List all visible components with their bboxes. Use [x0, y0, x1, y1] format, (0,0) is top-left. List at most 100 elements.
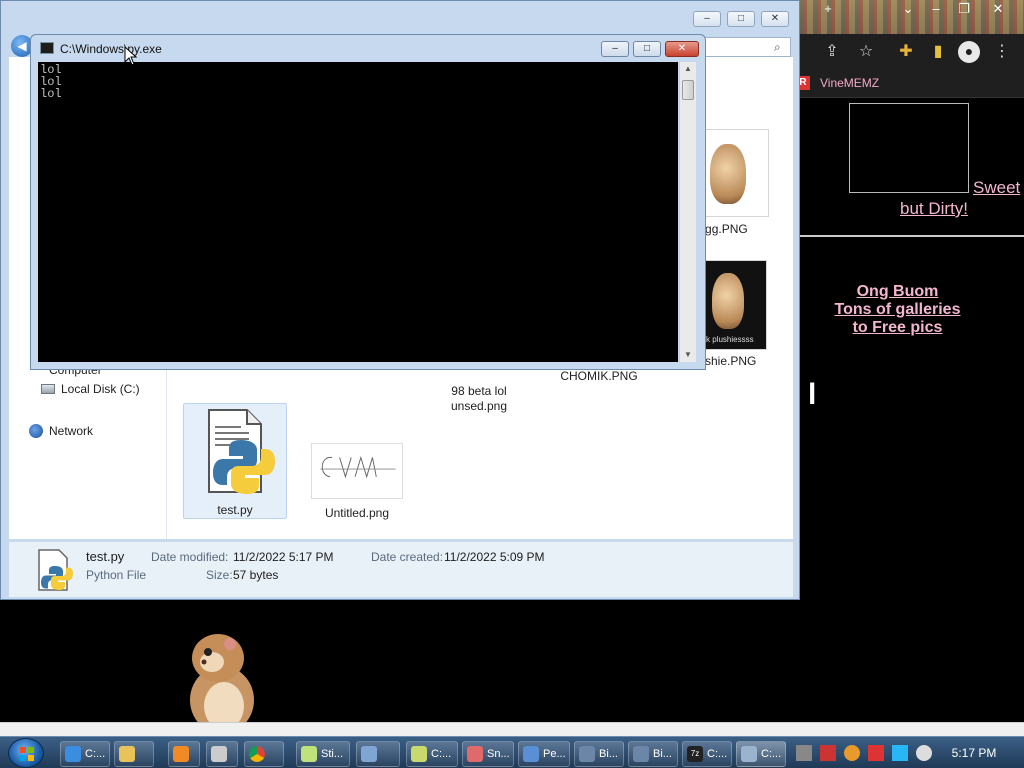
folder-icon — [119, 746, 135, 762]
chrome-icon — [249, 746, 265, 762]
new-tab-button[interactable]: + — [816, 0, 840, 18]
profile-avatar[interactable]: ● — [958, 41, 980, 63]
taskbar-item-window[interactable] — [356, 741, 400, 767]
python-file-icon — [208, 409, 275, 494]
untitled-thumbnail — [311, 443, 403, 499]
explorer-close-button[interactable]: ✕ — [761, 11, 789, 27]
scroll-down-icon[interactable]: ▼ — [680, 348, 696, 362]
explorer-minimize-button[interactable]: – — [693, 11, 721, 27]
divider — [800, 235, 1024, 237]
taskbar-item-7zip[interactable]: 7z C:... — [682, 741, 732, 767]
ong-buom-link[interactable]: Ong Buom Tons of galleries to Free pics — [820, 283, 975, 337]
ong-line-3: to Free pics — [852, 319, 943, 336]
sticky-notes-icon — [301, 746, 317, 762]
ong-line-1: Ong Buom — [856, 283, 939, 300]
explorer-maximize-button[interactable]: □ — [727, 11, 755, 27]
browser-minimize-button[interactable]: – — [924, 0, 948, 18]
console-scrollbar[interactable]: ▲ ▼ — [679, 62, 696, 362]
taskbar-item-ie[interactable]: C:... — [60, 741, 110, 767]
size-label: Size: — [206, 568, 233, 582]
file-name: test.py — [217, 503, 253, 517]
console-output[interactable]: lol lol lol — [38, 62, 678, 362]
console-close-button[interactable]: ✕ — [665, 41, 699, 57]
taskbar-item-bi-2[interactable]: Bi... — [628, 741, 678, 767]
ong-line-2: Tons of galleries — [834, 301, 961, 318]
sweet-link[interactable]: Sweet — [973, 178, 1020, 198]
share-icon[interactable]: ⇪ — [822, 42, 842, 62]
taskbar-item-label: C:... — [761, 748, 782, 760]
browser-close-button[interactable]: ✕ — [986, 0, 1010, 18]
taskbar-item-console[interactable]: C:... — [736, 741, 786, 767]
browser-toolbar: ⇪ ☆ ✚ ▮ ● ⋮ — [790, 34, 1024, 70]
file-98-beta[interactable]: 98 beta lol unsed.png — [429, 369, 529, 414]
ie-icon — [65, 746, 81, 762]
taskbar-item-media[interactable] — [168, 741, 200, 767]
console-icon — [40, 42, 54, 54]
bookmark-vinememz[interactable]: VineMEMZ — [820, 76, 879, 90]
taskbar-item-chrome[interactable] — [244, 741, 284, 767]
nav-local-disk[interactable]: Local Disk (C:) — [41, 382, 140, 396]
thumbnail-caption: k plushiessss — [706, 335, 754, 344]
browser-tab-strip: + ⌄ – ❐ ✕ — [790, 0, 1024, 34]
taskbar-item-label: C:... — [85, 748, 106, 760]
details-file-name: test.py — [86, 549, 125, 564]
nav-local-disk-label: Local Disk (C:) — [61, 382, 140, 396]
thumbnail-easter-egg[interactable] — [705, 129, 769, 217]
star-icon[interactable]: ☆ — [856, 42, 876, 62]
volume-icon[interactable] — [916, 745, 932, 761]
nav-network[interactable]: Network — [29, 424, 93, 438]
tray-icon-2[interactable] — [820, 745, 836, 761]
details-pane: test.py Python File Date modified: 11/2/… — [9, 541, 793, 597]
horizontal-scrollbar[interactable] — [0, 722, 1024, 736]
browser-restore-button[interactable]: ❐ — [952, 0, 976, 18]
taskbar-item-notepad[interactable]: C:... — [406, 741, 458, 767]
file-test-py[interactable]: test.py — [183, 403, 287, 519]
chevron-down-icon[interactable]: ⌄ — [896, 0, 920, 18]
file-label-plushie[interactable]: shie.PNG — [705, 354, 775, 368]
file-chomik[interactable]: CHOMIK.PNG — [549, 369, 649, 383]
date-created-label: Date created: — [371, 550, 444, 564]
clock[interactable]: 5:17 PM — [946, 746, 1002, 760]
search-input[interactable]: ⌕ — [701, 37, 791, 57]
console-line: lol — [40, 75, 62, 89]
date-modified-label: Date modified: — [151, 550, 229, 564]
console-minimize-button[interactable]: – — [601, 41, 629, 57]
tray-icon-3[interactable] — [844, 745, 860, 761]
windows-logo-icon — [20, 747, 34, 761]
snipping-tool-icon — [467, 746, 483, 762]
taskbar-item-calc[interactable] — [206, 741, 238, 767]
scroll-thumb[interactable] — [682, 80, 694, 100]
taskbar-item-snipping[interactable]: Sn... — [462, 741, 514, 767]
taskbar-item-paint[interactable]: Pe... — [518, 741, 570, 767]
calculator-icon — [211, 746, 227, 762]
network-icon — [29, 424, 43, 438]
nav-network-label: Network — [49, 424, 94, 438]
file-untitled-png[interactable]: Untitled.png — [305, 443, 409, 520]
extensions-icon[interactable]: ✚ — [896, 42, 916, 62]
start-button[interactable] — [8, 738, 44, 768]
tray-icon-5[interactable] — [892, 745, 908, 761]
console-line: lol — [40, 87, 62, 101]
window-icon — [361, 746, 377, 762]
taskbar-item-label: C:... — [431, 748, 452, 760]
taskbar-item-label: C:... — [707, 748, 728, 760]
taskbar-item-label: Bi... — [599, 748, 618, 760]
taskbar-item-label: Bi... — [653, 748, 672, 760]
size-value: 57 bytes — [233, 568, 279, 582]
taskbar-item-explorer[interactable] — [114, 741, 154, 767]
file-name: 98 beta lol unsed.png — [450, 384, 508, 413]
taskbar-item-bi-1[interactable]: Bi... — [574, 741, 624, 767]
but-dirty-link[interactable]: but Dirty! — [900, 199, 968, 219]
tray-icon-1[interactable] — [796, 745, 812, 761]
thumbnail-plushie[interactable]: k plushiessss — [705, 260, 767, 350]
console-maximize-button[interactable]: □ — [633, 41, 661, 57]
taskbar-item-sticky[interactable]: Sti... — [296, 741, 350, 767]
scroll-up-icon[interactable]: ▲ — [680, 62, 696, 76]
tray-icon-4[interactable] — [868, 745, 884, 761]
console-title: C:\Windows\py.exe — [60, 42, 162, 56]
sidebar-icon[interactable]: ▮ — [928, 42, 948, 62]
python-file-icon — [38, 549, 73, 591]
mouse-cursor-icon — [124, 46, 138, 66]
menu-kebab-icon[interactable]: ⋮ — [992, 42, 1012, 62]
paint-icon — [523, 746, 539, 762]
